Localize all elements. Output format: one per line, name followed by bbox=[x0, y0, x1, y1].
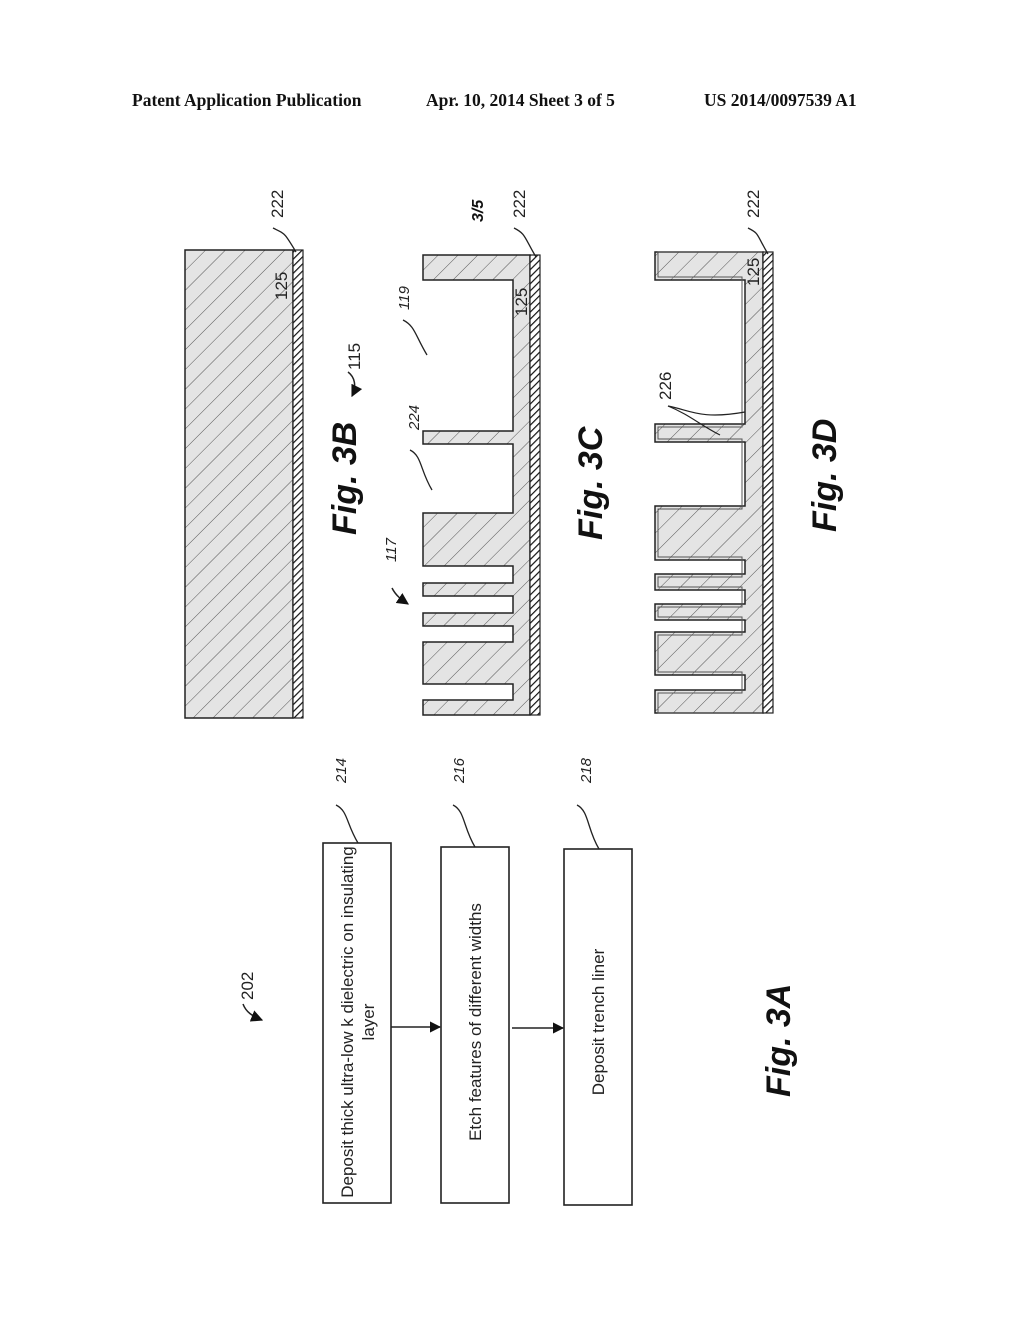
leader-218 bbox=[576, 804, 600, 850]
insulating-layer-222 bbox=[762, 251, 774, 714]
leader-224 bbox=[409, 449, 433, 491]
insulating-layer-222 bbox=[292, 249, 304, 719]
etched-dielectric-125 bbox=[422, 254, 531, 716]
arrow-117-icon bbox=[391, 587, 409, 605]
ref-125-3d: 125 bbox=[744, 257, 763, 286]
leader-214 bbox=[335, 804, 359, 844]
fig-3b-label: Fig. 3B bbox=[326, 421, 364, 535]
leader-222-3d bbox=[747, 227, 769, 255]
fig-3d-label: Fig. 3D bbox=[806, 418, 844, 532]
ref-125-3b: 125 bbox=[272, 271, 291, 300]
figure-3d-cross-section bbox=[654, 251, 774, 714]
step-214-text: Deposit thick ultra-low k dielectric on … bbox=[338, 846, 378, 1198]
ref-226: 226 bbox=[656, 371, 675, 400]
arrow-202-icon bbox=[242, 1003, 264, 1022]
ref-115: 115 bbox=[345, 342, 364, 370]
fig-3c-label: Fig. 3C bbox=[572, 426, 610, 540]
ref-224: 224 bbox=[406, 404, 423, 430]
ref-119: 119 bbox=[396, 286, 413, 310]
fig-3a-label: Fig. 3A bbox=[760, 983, 798, 1097]
figure-3b-cross-section bbox=[184, 249, 304, 719]
leader-119 bbox=[402, 319, 428, 356]
ref-214: 214 bbox=[333, 757, 350, 783]
leader-226a bbox=[667, 405, 746, 416]
dielectric-layer-125 bbox=[184, 249, 294, 719]
leader-222-3c bbox=[513, 227, 537, 258]
step-218-text: Deposit trench liner bbox=[588, 948, 608, 1096]
ref-222-3c: 222 bbox=[510, 189, 529, 218]
leader-222-3b bbox=[272, 227, 297, 253]
dielectric-125 bbox=[654, 251, 764, 714]
leader-216 bbox=[452, 804, 476, 848]
step-216-text: Etch features of different widths bbox=[465, 903, 485, 1141]
ref-222-3b: 222 bbox=[268, 189, 287, 218]
figure-3c-cross-section bbox=[422, 254, 541, 716]
ref-216: 216 bbox=[451, 757, 468, 783]
arrow-115-icon bbox=[347, 371, 363, 398]
ref-125-3c: 125 bbox=[512, 287, 531, 316]
ref-222-3d: 222 bbox=[744, 189, 763, 218]
sheet-mark: 3/5 bbox=[470, 199, 487, 222]
ref-202: 202 bbox=[238, 971, 257, 1000]
ref-218: 218 bbox=[578, 757, 595, 783]
ref-117: 117 bbox=[383, 538, 400, 562]
insulating-layer-222 bbox=[529, 254, 541, 716]
